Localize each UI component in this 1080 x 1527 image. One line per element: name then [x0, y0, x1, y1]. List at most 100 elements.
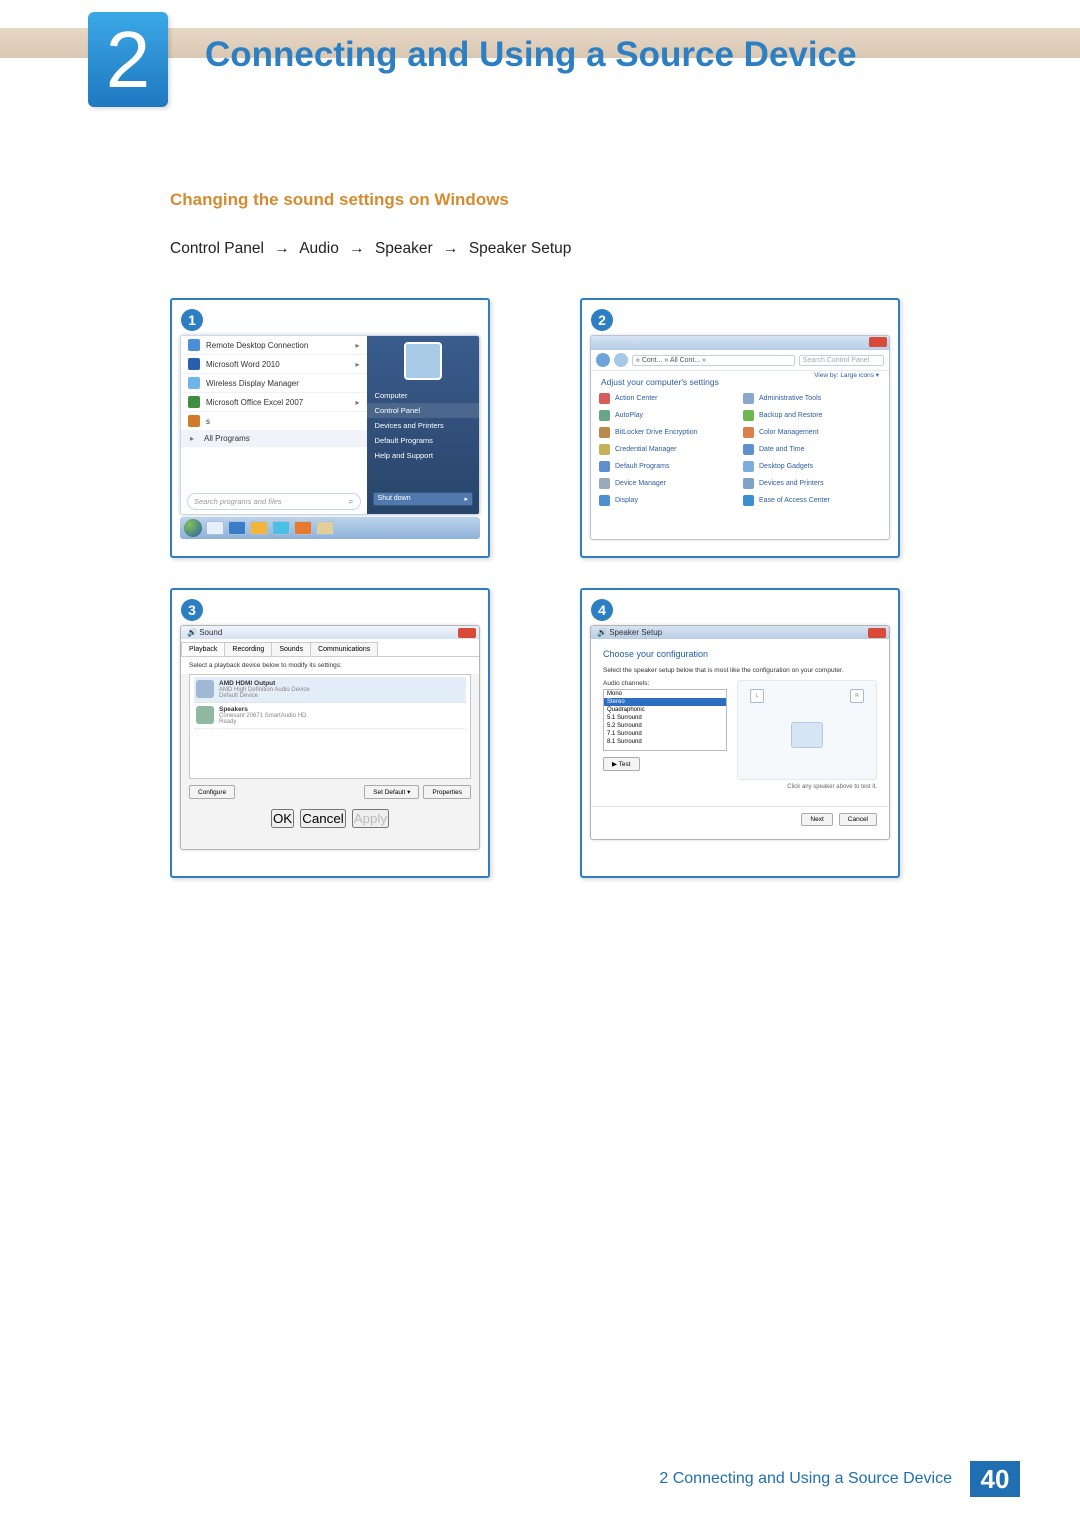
cp-item-label: Credential Manager: [615, 446, 676, 453]
taskbar-item[interactable]: [294, 521, 312, 535]
properties-button[interactable]: Properties: [423, 785, 471, 799]
start-menu-label: Microsoft Word 2010: [206, 360, 280, 369]
ease-icon: [743, 495, 754, 506]
tab-recording[interactable]: Recording: [224, 642, 272, 656]
sound-dialog: 🔊 Sound Playback Recording Sounds Commun…: [180, 625, 480, 850]
start-menu-right-item[interactable]: Help and Support: [367, 448, 479, 463]
cp-item-label: Administrative Tools: [759, 395, 821, 402]
step-number: 4: [591, 599, 613, 621]
device-name: Speakers: [219, 706, 306, 713]
back-button-icon[interactable]: [596, 353, 610, 367]
cp-item[interactable]: Default Programs: [599, 459, 737, 474]
arrow-icon: →: [274, 240, 290, 258]
user-picture: [404, 342, 442, 380]
cp-item[interactable]: Devices and Printers: [743, 476, 881, 491]
ok-button[interactable]: OK: [271, 809, 294, 828]
channel-option[interactable]: 8.1 Surround: [604, 738, 726, 746]
cp-item[interactable]: BitLocker Drive Encryption: [599, 425, 737, 440]
forward-button-icon[interactable]: [614, 353, 628, 367]
device-list: AMD HDMI Output AMD High Definition Audi…: [189, 674, 471, 779]
all-programs[interactable]: ▸All Programs: [181, 431, 367, 447]
flag-icon: [599, 393, 610, 404]
taskbar-item[interactable]: [228, 521, 246, 535]
channel-option[interactable]: 7.1 Surround: [604, 730, 726, 738]
device-state: Default Device: [219, 693, 310, 699]
taskbar-item[interactable]: [272, 521, 290, 535]
shutdown-button[interactable]: Shut down▸: [373, 492, 473, 506]
cp-item[interactable]: Backup and Restore: [743, 408, 881, 423]
playback-device[interactable]: AMD HDMI Output AMD High Definition Audi…: [194, 677, 466, 703]
channels-label: Audio channels:: [603, 680, 727, 687]
chevron-right-icon: ▸: [356, 341, 360, 350]
playback-device[interactable]: Speakers Conexant 20671 SmartAudio HD Re…: [194, 703, 466, 729]
start-menu-item[interactable]: Remote Desktop Connection▸: [181, 336, 367, 355]
channel-option[interactable]: 5.2 Surround: [604, 722, 726, 730]
start-menu-right-item[interactable]: Computer: [367, 388, 479, 403]
cp-item-label: AutoPlay: [615, 412, 643, 419]
arrow-icon: →: [349, 240, 365, 258]
start-menu-right-item[interactable]: Default Programs: [367, 433, 479, 448]
cp-item[interactable]: Action Center: [599, 391, 737, 406]
window-title-text: Sound: [199, 628, 222, 637]
start-menu-item[interactable]: Microsoft Word 2010 ▸: [181, 355, 367, 374]
close-icon[interactable]: [868, 628, 886, 638]
taskbar-item[interactable]: [206, 521, 224, 535]
tab-sounds[interactable]: Sounds: [271, 642, 311, 656]
tab-communications[interactable]: Communications: [310, 642, 378, 656]
cp-item[interactable]: Desktop Gadgets: [743, 459, 881, 474]
apply-button[interactable]: Apply: [352, 809, 389, 828]
start-orb-icon[interactable]: [184, 519, 202, 537]
channel-option[interactable]: Stereo: [604, 698, 726, 706]
next-button[interactable]: Next: [801, 813, 832, 826]
cp-item[interactable]: Credential Manager: [599, 442, 737, 457]
config-left: Audio channels: Mono Stereo Quadraphonic…: [603, 680, 727, 780]
start-menu-right-item[interactable]: Control Panel: [367, 403, 479, 418]
channel-option[interactable]: Mono: [604, 690, 726, 698]
address-bar: « Cont... » All Cont... » Search Control…: [591, 350, 889, 371]
backup-icon: [743, 410, 754, 421]
taskbar-item[interactable]: [250, 521, 268, 535]
dialog-body: Choose your configuration Select the spe…: [591, 639, 889, 800]
close-icon[interactable]: [458, 628, 476, 638]
set-default-button[interactable]: Set Default ▾: [364, 785, 419, 799]
view-by[interactable]: View by: Large icons ▾: [814, 371, 889, 379]
taskbar-item[interactable]: [316, 521, 334, 535]
cancel-button[interactable]: Cancel: [839, 813, 877, 826]
search-field[interactable]: Search Control Panel: [799, 355, 884, 366]
cp-item-label: Desktop Gadgets: [759, 463, 813, 470]
channel-option[interactable]: Quadraphonic: [604, 706, 726, 714]
search-input[interactable]: Search programs and files⌕: [187, 493, 361, 510]
config-content: Audio channels: Mono Stereo Quadraphonic…: [603, 680, 877, 780]
cp-item[interactable]: Administrative Tools: [743, 391, 881, 406]
start-menu-left: Remote Desktop Connection▸ Microsoft Wor…: [181, 336, 367, 514]
cp-item[interactable]: Color Management: [743, 425, 881, 440]
cancel-button[interactable]: Cancel: [300, 809, 346, 828]
start-menu-right-item[interactable]: Devices and Printers: [367, 418, 479, 433]
window-title: 🔊 Sound: [181, 626, 479, 639]
cp-item[interactable]: Ease of Access Center: [743, 493, 881, 508]
cp-item-label: Action Center: [615, 395, 657, 402]
start-menu-item[interactable]: s: [181, 412, 367, 431]
steps-grid: 1 Remote Desktop Connection▸ Microsoft W…: [170, 298, 930, 878]
channels-list[interactable]: Mono Stereo Quadraphonic 5.1 Surround 5.…: [603, 689, 727, 751]
taskbar: [180, 517, 480, 539]
cp-item-label: Device Manager: [615, 480, 666, 487]
chapter-number-badge: 2: [88, 12, 168, 107]
window-titlebar: [591, 336, 889, 350]
configure-button[interactable]: Configure: [189, 785, 235, 799]
speaker-left-icon[interactable]: L: [750, 689, 764, 703]
section-heading: Changing the sound settings on Windows: [170, 190, 930, 210]
channel-option[interactable]: 5.1 Surround: [604, 714, 726, 722]
cp-item[interactable]: Device Manager: [599, 476, 737, 491]
cp-item[interactable]: Display: [599, 493, 737, 508]
test-button[interactable]: ▶ Test: [603, 757, 640, 771]
speaker-right-icon[interactable]: R: [850, 689, 864, 703]
tab-playback[interactable]: Playback: [181, 642, 225, 656]
breadcrumb-field[interactable]: « Cont... » All Cont... »: [632, 355, 795, 366]
start-menu-item[interactable]: Wireless Display Manager: [181, 374, 367, 393]
close-icon[interactable]: [869, 337, 887, 347]
cp-item[interactable]: Date and Time: [743, 442, 881, 457]
chevron-right-icon: ▸: [356, 360, 360, 369]
start-menu-item[interactable]: Microsoft Office Excel 2007▸: [181, 393, 367, 412]
cp-item[interactable]: AutoPlay: [599, 408, 737, 423]
